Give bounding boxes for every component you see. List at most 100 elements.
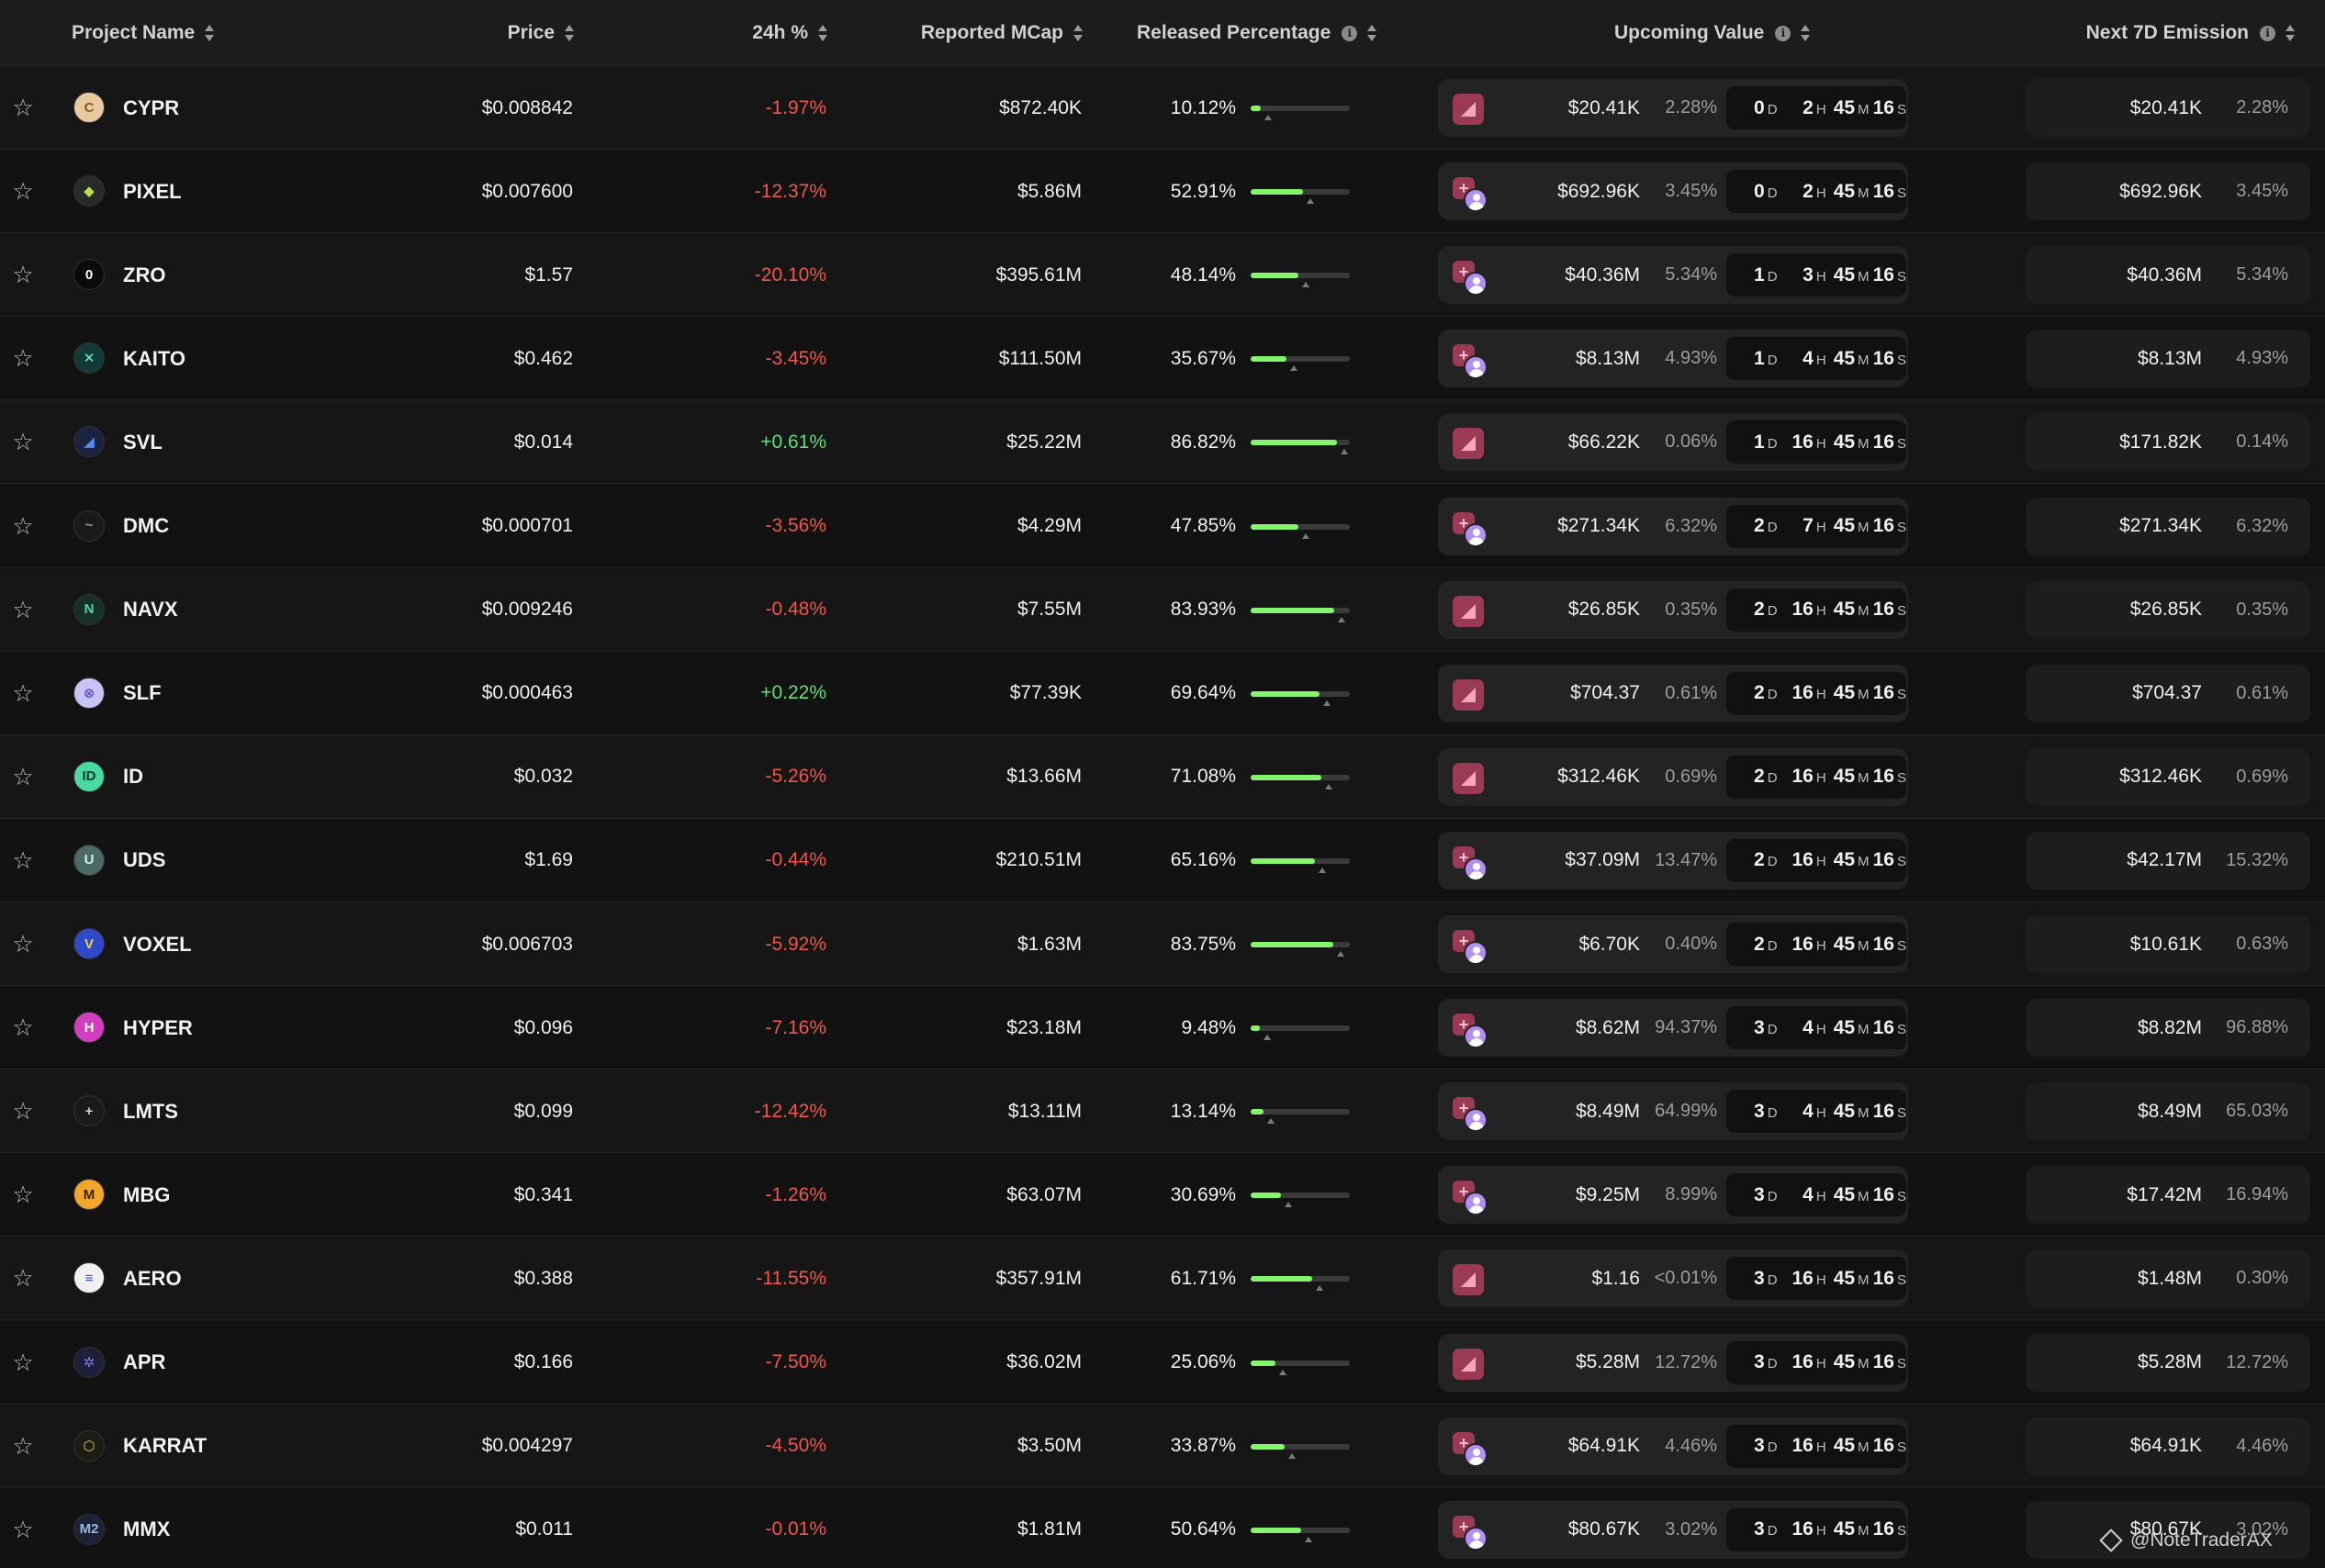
table-row[interactable]: ☆ N NAVX $0.009246 -0.48% $7.55M 83.93% $26.85K…: [0, 567, 2325, 652]
column-header-project-name[interactable]: Project Name: [72, 0, 215, 66]
table-row[interactable]: ☆ M MBG $0.341 -1.26% $63.07M 30.69% + $9.25M 8.9…: [0, 1153, 2325, 1238]
column-header-24h[interactable]: 24h %: [680, 0, 828, 66]
upcoming-value-box[interactable]: + $8.62M 94.37% 3 D 4 H 45 M 16 S: [1438, 999, 1908, 1058]
project-name[interactable]: ZRO: [123, 233, 165, 317]
upcoming-value-box[interactable]: + $271.34K 6.32% 2 D 7 H 45 M 16 S: [1438, 497, 1908, 555]
sort-icon[interactable]: [1073, 23, 1084, 43]
table-row[interactable]: ☆ U UDS $1.69 -0.44% $210.51M 65.16% + $37.09M 13…: [0, 818, 2325, 902]
next-7d-emission-box[interactable]: $42.17M 15.32%: [2026, 831, 2310, 890]
project-name[interactable]: MMX: [123, 1488, 170, 1568]
project-name[interactable]: VOXEL: [123, 902, 192, 986]
table-row[interactable]: ☆ ID ID $0.032 -5.26% $13.66M 71.08% $312.46K 0.…: [0, 734, 2325, 819]
next-7d-emission-box[interactable]: $692.96K 3.45%: [2026, 162, 2310, 221]
table-row[interactable]: ☆ H HYPER $0.096 -7.16% $23.18M 9.48% + $8.62M 94…: [0, 986, 2325, 1070]
upcoming-value-box[interactable]: + $37.09M 13.47% 2 D 16 H 45 M 16 S: [1438, 831, 1908, 890]
next-7d-emission-box[interactable]: $271.34K 6.32%: [2026, 497, 2310, 555]
project-name[interactable]: MBG: [123, 1153, 170, 1237]
next-7d-emission-box[interactable]: $1.48M 0.30%: [2026, 1249, 2310, 1308]
project-name[interactable]: SLF: [123, 652, 162, 735]
upcoming-value-box[interactable]: $66.22K 0.06% 1 D 16 H 45 M 16 S: [1438, 413, 1908, 472]
project-name[interactable]: AERO: [123, 1237, 182, 1320]
upcoming-value-box[interactable]: $704.37 0.61% 2 D 16 H 45 M 16 S: [1438, 664, 1908, 722]
table-row[interactable]: ☆ + LMTS $0.099 -12.42% $13.11M 13.14% + $8.49M 6…: [0, 1070, 2325, 1154]
upcoming-value-box[interactable]: + $64.91K 4.46% 3 D 16 H 45 M 16 S: [1438, 1417, 1908, 1475]
next-7d-emission-box[interactable]: $10.61K 0.63%: [2026, 915, 2310, 973]
column-header-mcap[interactable]: Reported MCap: [882, 0, 1084, 66]
favorite-star-icon[interactable]: ☆: [11, 1405, 35, 1488]
table-row[interactable]: ☆ ✲ APR $0.166 -7.50% $36.02M 25.06% $5.28M 12.7…: [0, 1320, 2325, 1405]
next-7d-emission-box[interactable]: $40.36M 5.34%: [2026, 246, 2310, 305]
table-row[interactable]: ☆ M2 MMX $0.011 -0.01% $1.81M 50.64% + $80.67K 3.…: [0, 1487, 2325, 1568]
project-name[interactable]: SVL: [123, 400, 163, 484]
sort-icon[interactable]: [817, 23, 828, 43]
upcoming-value-box[interactable]: + $692.96K 3.45% 0 D 2 H 45 M 16 S: [1438, 162, 1908, 221]
project-name[interactable]: APR: [123, 1321, 165, 1405]
table-row[interactable]: ☆ ✕ KAITO $0.462 -3.45% $111.50M 35.67% + $8.13M…: [0, 317, 2325, 401]
sort-icon[interactable]: [204, 23, 215, 43]
table-row[interactable]: ☆ ◢ SVL $0.014 +0.61% $25.22M 86.82% $66.22K 0.0…: [0, 400, 2325, 485]
favorite-star-icon[interactable]: ☆: [11, 735, 35, 819]
favorite-star-icon[interactable]: ☆: [11, 1488, 35, 1568]
table-row[interactable]: ☆ 0 ZRO $1.57 -20.10% $395.61M 48.14% + $40.36M 5…: [0, 233, 2325, 318]
column-header-next7d[interactable]: Next 7D Emission i: [2020, 0, 2296, 66]
favorite-star-icon[interactable]: ☆: [11, 485, 35, 568]
upcoming-value-box[interactable]: + $80.67K 3.02% 3 D 16 H 45 M 16 S: [1438, 1500, 1908, 1559]
next-7d-emission-box[interactable]: $17.42M 16.94%: [2026, 1166, 2310, 1225]
favorite-star-icon[interactable]: ☆: [11, 902, 35, 986]
favorite-star-icon[interactable]: ☆: [11, 317, 35, 400]
table-row[interactable]: ☆ V VOXEL $0.006703 -5.92% $1.63M 83.75% + $6.70…: [0, 902, 2325, 986]
next-7d-emission-box[interactable]: $704.37 0.61%: [2026, 664, 2310, 722]
sort-icon[interactable]: [2285, 23, 2296, 43]
project-name[interactable]: KARRAT: [123, 1405, 207, 1488]
next-7d-emission-box[interactable]: $8.82M 96.88%: [2026, 999, 2310, 1058]
project-name[interactable]: PIXEL: [123, 150, 182, 233]
next-7d-emission-box[interactable]: $5.28M 12.72%: [2026, 1333, 2310, 1392]
next-7d-emission-box[interactable]: $312.46K 0.69%: [2026, 747, 2310, 806]
upcoming-value-box[interactable]: + $9.25M 8.99% 3 D 4 H 45 M 16 S: [1438, 1166, 1908, 1225]
column-header-price[interactable]: Price: [422, 0, 575, 66]
next-7d-emission-box[interactable]: $20.41K 2.28%: [2026, 79, 2310, 137]
next-7d-emission-box[interactable]: $171.82K 0.14%: [2026, 413, 2310, 472]
upcoming-value-box[interactable]: $312.46K 0.69% 2 D 16 H 45 M 16 S: [1438, 747, 1908, 806]
table-row[interactable]: ☆ C CYPR $0.008842 -1.97% $872.40K 10.12% $20.4…: [0, 66, 2325, 150]
next-7d-emission-box[interactable]: $8.49M 65.03%: [2026, 1082, 2310, 1141]
project-name[interactable]: NAVX: [123, 568, 178, 652]
table-row[interactable]: ☆ ⊗ SLF $0.000463 +0.22% $77.39K 69.64% $704.37…: [0, 651, 2325, 735]
project-name[interactable]: HYPER: [123, 986, 193, 1070]
upcoming-value-box[interactable]: + $8.13M 4.93% 1 D 4 H 45 M 16 S: [1438, 330, 1908, 388]
upcoming-value-box[interactable]: + $8.49M 64.99% 3 D 4 H 45 M 16 S: [1438, 1082, 1908, 1141]
favorite-star-icon[interactable]: ☆: [11, 233, 35, 317]
project-name[interactable]: DMC: [123, 485, 169, 568]
upcoming-value-box[interactable]: $20.41K 2.28% 0 D 2 H 45 M 16 S: [1438, 79, 1908, 137]
table-row[interactable]: ☆ ≡ AERO $0.388 -11.55% $357.91M 61.71% $1.16 <0…: [0, 1237, 2325, 1321]
column-header-upcoming[interactable]: Upcoming Value i: [1614, 0, 1811, 66]
table-row[interactable]: ☆ ◆ PIXEL $0.007600 -12.37% $5.86M 52.91% + $692…: [0, 150, 2325, 234]
upcoming-value-box[interactable]: + $40.36M 5.34% 1 D 3 H 45 M 16 S: [1438, 246, 1908, 305]
table-row[interactable]: ☆ ~ DMC $0.000701 -3.56% $4.29M 47.85% + $271.34…: [0, 484, 2325, 568]
favorite-star-icon[interactable]: ☆: [11, 819, 35, 902]
favorite-star-icon[interactable]: ☆: [11, 66, 35, 150]
upcoming-value-box[interactable]: $26.85K 0.35% 2 D 16 H 45 M 16 S: [1438, 580, 1908, 639]
favorite-star-icon[interactable]: ☆: [11, 1237, 35, 1320]
project-name[interactable]: KAITO: [123, 317, 185, 400]
next-7d-emission-box[interactable]: $64.91K 4.46%: [2026, 1417, 2310, 1475]
project-name[interactable]: ID: [123, 735, 143, 819]
upcoming-value-box[interactable]: $1.16 <0.01% 3 D 16 H 45 M 16 S: [1438, 1249, 1908, 1308]
favorite-star-icon[interactable]: ☆: [11, 652, 35, 735]
favorite-star-icon[interactable]: ☆: [11, 1153, 35, 1237]
favorite-star-icon[interactable]: ☆: [11, 150, 35, 233]
column-header-released[interactable]: Released Percentage i: [1137, 0, 1377, 66]
sort-icon[interactable]: [564, 23, 575, 43]
favorite-star-icon[interactable]: ☆: [11, 400, 35, 484]
favorite-star-icon[interactable]: ☆: [11, 1321, 35, 1405]
table-row[interactable]: ☆ ⬡ KARRAT $0.004297 -4.50% $3.50M 33.87% + $64.…: [0, 1404, 2325, 1488]
upcoming-value-box[interactable]: + $6.70K 0.40% 2 D 16 H 45 M 16 S: [1438, 915, 1908, 973]
next-7d-emission-box[interactable]: $26.85K 0.35%: [2026, 580, 2310, 639]
upcoming-value-box[interactable]: $5.28M 12.72% 3 D 16 H 45 M 16 S: [1438, 1333, 1908, 1392]
favorite-star-icon[interactable]: ☆: [11, 986, 35, 1070]
info-icon[interactable]: i: [1342, 25, 1358, 41]
favorite-star-icon[interactable]: ☆: [11, 568, 35, 652]
info-icon[interactable]: i: [1775, 25, 1791, 41]
project-name[interactable]: UDS: [123, 819, 165, 902]
project-name[interactable]: CYPR: [123, 66, 179, 150]
